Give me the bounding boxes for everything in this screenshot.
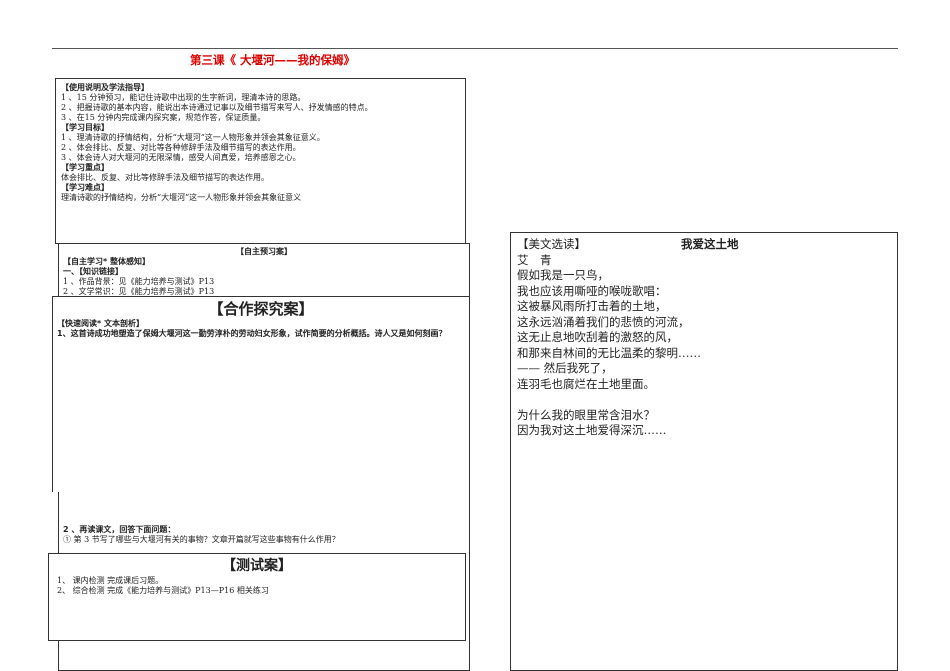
- poem-line: 因为我对这土地爱得深沉……: [517, 423, 667, 437]
- goal-item: 3 、体会诗人对大堰河的无限深情，感受人间真爱，培养感恩之心。: [61, 153, 301, 162]
- guide-box: 【使用说明及学法指导】 1 、15 分钟预习，能记住诗歌中出现的生字新词，理清本…: [55, 78, 466, 244]
- test-item: 1、 课内检测 完成课后习题。: [57, 576, 164, 585]
- guide-heading: 【使用说明及学法指导】: [61, 83, 149, 92]
- poem-title: 我爱这土地: [681, 237, 739, 251]
- guide-item: 1 、15 分钟预习，能记住诗歌中出现的生字新词，理清本诗的思路。: [61, 93, 306, 102]
- coop-box: 【合作探究案】 【快速阅读* 文本剖析】 1、这首诗成功地塑造了保姆大堰河这一勤…: [52, 296, 470, 492]
- poem-line: 为什么我的眼里常含泪水？: [517, 407, 655, 422]
- guide-item: 3 、在15 分钟内完成课内探究案，规范作答，保证质量。: [61, 113, 266, 122]
- test-box: 【测试案】 1、 课内检测 完成课后习题。 2、 综合检测 完成《能力培养与测试…: [48, 553, 466, 641]
- reading-box: 【美文选读】 我爱这土地 艾 青 假如我是一只鸟， 我也应该用嘶哑的喉咙歌唱： 这…: [510, 232, 898, 671]
- knowledge-link: 一、【知识链接】: [63, 267, 123, 276]
- poem-line: 连羽毛也腐烂在土地里面。: [517, 376, 655, 391]
- test-item: 2、 综合检测 完成《能力培养与测试》P13—P16 相关练习: [57, 586, 269, 595]
- coop-sub: 【快速阅读* 文本剖析】: [57, 319, 144, 328]
- page-title: 第三课《 大堰河——我的保姆》: [190, 53, 356, 67]
- reading-label: 【美文选读】: [517, 237, 586, 251]
- poem-line: 我也应该用嘶哑的喉咙歌唱：: [517, 283, 667, 298]
- coop-heading: 【合作探究案】: [208, 300, 314, 318]
- goal-item: 1 、理清诗歌的抒情结构，分析“大堰河”这一人物形象并领会其象征意义。: [61, 133, 325, 142]
- poem-author: 艾 青: [517, 252, 552, 267]
- top-rule: [52, 48, 898, 49]
- preview-sub: 【自主学习* 整体感知】: [63, 257, 150, 266]
- question-2-1: ① 第 3 节写了哪些与大堰河有关的事物？文章开篇就写这些事物有什么作用？: [63, 535, 340, 544]
- poem-blank: [517, 392, 891, 408]
- question-1: 1、这首诗成功地塑造了保姆大堰河这一勤劳淳朴的劳动妇女形象，试作简要的分析概括。…: [57, 329, 447, 338]
- guide-item: 2 、把握诗歌的基本内容，能说出本诗通过记事以及细节描写来写人、抒发情感的特点。: [61, 103, 373, 112]
- goal-item: 2 、体会排比、反复、对比等各种修辞手法及细节描写的表达作用。: [61, 143, 301, 152]
- question-2: 2 、再读课文，回答下面问题：: [63, 525, 176, 534]
- difficult-text: 理清诗歌的抒情结构，分析“大堰河”这一人物形象并领会其象征意义: [61, 193, 302, 202]
- preview-item: 1 、作品背景：见《能力培养与测试》P13: [63, 277, 215, 286]
- poem-line: 这被暴风雨所打击着的土地，: [517, 299, 667, 313]
- key-text: 体会排比、反复、对比等修辞手法及细节描写的表达作用。: [61, 173, 269, 182]
- test-heading: 【测试案】: [222, 558, 292, 574]
- goals-heading: 【学习目标】: [61, 123, 109, 132]
- poem-line: 这无止息地吹刮着的激怒的风，: [517, 330, 678, 344]
- key-heading: 【学习重点】: [61, 163, 109, 172]
- difficult-heading: 【学习难点】: [61, 183, 109, 192]
- poem-line: 和那来自林间的无比温柔的黎明……: [517, 345, 701, 360]
- poem-line: 假如我是一只鸟，: [517, 268, 609, 282]
- poem-line: 这永远汹涌着我们的悲愤的河流，: [517, 314, 690, 329]
- poem-line: —— 然后我死了，: [517, 361, 613, 375]
- preview-heading: 【自主预习案】: [236, 247, 292, 256]
